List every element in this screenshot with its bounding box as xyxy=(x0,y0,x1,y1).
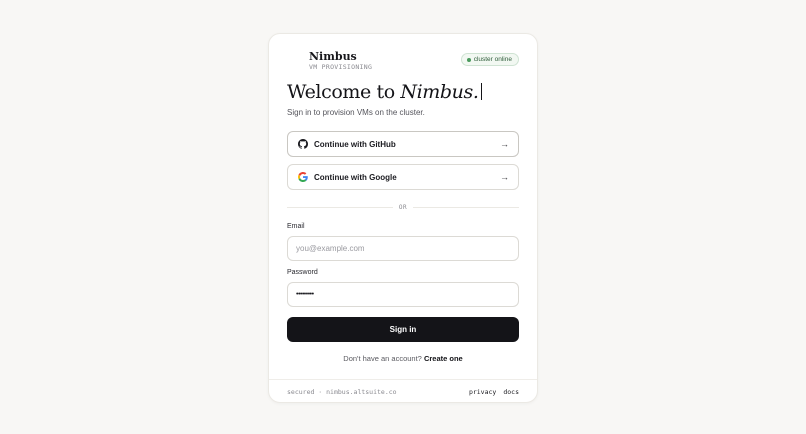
docs-link[interactable]: docs xyxy=(503,388,519,396)
email-field[interactable] xyxy=(287,236,519,261)
google-button-label: Continue with Google xyxy=(314,172,397,182)
signup-prompt-text: Don't have an account? xyxy=(343,354,424,363)
arrow-right-icon: → xyxy=(500,139,509,149)
github-button-label: Continue with GitHub xyxy=(314,139,396,149)
privacy-link[interactable]: privacy xyxy=(469,388,496,396)
footer-links: privacy docs xyxy=(469,388,519,396)
divider-label: OR xyxy=(398,203,408,211)
status-dot-icon xyxy=(466,57,471,62)
google-icon xyxy=(298,172,308,182)
signin-card: Nimbus VM PROVISIONING cluster online We… xyxy=(268,33,538,403)
page-title: Welcome to Nimbus. xyxy=(287,81,519,103)
email-label: Email xyxy=(287,223,305,230)
cluster-status-label: cluster online xyxy=(473,56,512,63)
arrow-right-icon: → xyxy=(500,172,509,182)
divider-line xyxy=(287,206,393,208)
signup-prompt: Don't have an account? Create one xyxy=(287,354,519,363)
github-signin-button[interactable]: Continue with GitHub → xyxy=(287,131,519,157)
password-field[interactable] xyxy=(287,282,519,307)
create-account-link[interactable]: Create one xyxy=(424,354,463,363)
title-prefix: Welcome to xyxy=(287,81,401,103)
google-signin-button[interactable]: Continue with Google → xyxy=(287,164,519,190)
or-divider: OR xyxy=(287,202,520,212)
github-icon xyxy=(298,139,308,149)
password-label: Password xyxy=(287,269,318,276)
cluster-status-badge: cluster online xyxy=(460,53,519,66)
brand-name: Nimbus xyxy=(309,50,357,63)
brand-header: Nimbus VM PROVISIONING cluster online xyxy=(287,50,519,72)
sign-in-button[interactable]: Sign in xyxy=(287,317,519,342)
text-caret xyxy=(480,83,482,100)
page-subtitle: Sign in to provision VMs on the cluster. xyxy=(287,108,425,117)
divider-line xyxy=(413,206,520,208)
brand-subtitle: VM PROVISIONING xyxy=(309,63,373,71)
footer-meta: secured · nimbus.altsuite.co xyxy=(287,388,397,396)
title-emphasis: Nimbus. xyxy=(400,81,479,103)
card-footer: secured · nimbus.altsuite.co privacy doc… xyxy=(269,379,537,404)
